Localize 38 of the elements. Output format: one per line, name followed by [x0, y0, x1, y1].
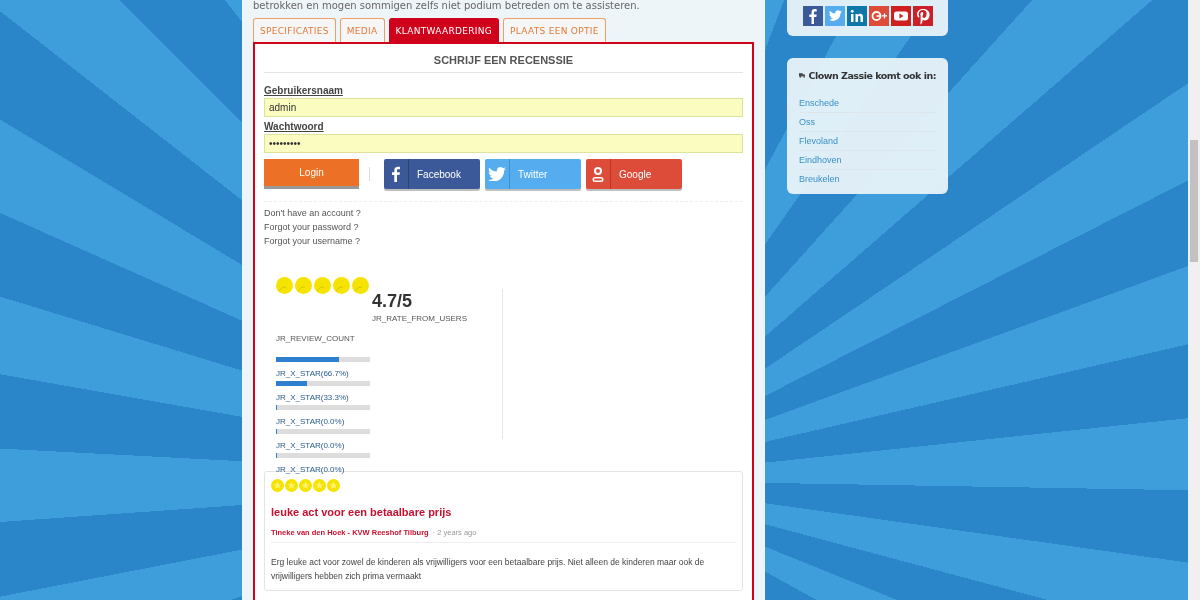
social-login-button[interactable]: Facebook	[384, 159, 480, 189]
review-title: leuke act voor een betaalbare prijs	[271, 506, 453, 518]
review-count: JR_REVIEW_COUNT	[276, 334, 356, 343]
field-label: Wachtwoord	[264, 121, 325, 132]
star-filter-link[interactable]: JR_X_STAR(33.3%)	[276, 392, 349, 404]
scrollbar[interactable]	[1188, 0, 1200, 600]
facebook-icon	[389, 166, 403, 182]
social-icon[interactable]	[912, 6, 933, 26]
intro-text: betrokken en mogen sommigen zelfs niet podium betreden om te assisteren.	[253, 0, 641, 12]
score-caption: JR_RATE_FROM_USERS	[372, 314, 468, 323]
average-score: 4.7/5	[372, 291, 414, 312]
login-button[interactable]: Login	[264, 159, 359, 189]
tab[interactable]: KLANTWAARDERING	[388, 18, 499, 42]
city-link[interactable]: Flevoland	[799, 132, 936, 151]
social-login-button[interactable]: Google	[586, 159, 682, 189]
input-field[interactable]: admin	[264, 98, 743, 117]
field-label: Gebruikersnaam	[264, 85, 344, 96]
form-title: SCHRIJF EEN RECENSSIE	[264, 54, 743, 73]
city-link[interactable]: Breukelen	[799, 170, 936, 188]
city-link[interactable]: Oss	[799, 113, 936, 132]
play-icon[interactable]	[890, 6, 911, 26]
bird-icon	[488, 167, 506, 181]
social-icon[interactable]	[802, 6, 823, 26]
star-filter-link[interactable]: JR_X_STAR(0.0%)	[276, 464, 345, 476]
city-link[interactable]: Enschede	[799, 94, 936, 113]
account-link[interactable]: Forgot your username ?	[264, 236, 361, 247]
input-field[interactable]: •••••••••	[264, 134, 743, 153]
star-filter-link[interactable]: JR_X_STAR(66.7%)	[276, 368, 349, 380]
social-icon[interactable]	[846, 6, 867, 26]
account-link[interactable]: Don't have an account ?	[264, 208, 361, 219]
scrollbar-thumb[interactable]	[1190, 140, 1198, 262]
city-link[interactable]: Eindhoven	[799, 151, 936, 170]
social-icon[interactable]	[868, 6, 889, 26]
star-filter-link[interactable]: JR_X_STAR(0.0%)	[276, 440, 345, 452]
card-title: Clown Zassie komt ook in:	[808, 70, 936, 81]
star-filter-link[interactable]: JR_X_STAR(0.0%)	[276, 416, 345, 428]
review-text: Erg leuke act voor zowel de kinderen als vrijwilligers voor een betaalbare prijs. Niet alleen de kinderen maar ook de vrijwilligers hebben zich prima vermaakt	[271, 556, 706, 583]
account-link[interactable]: Forgot your password ?	[264, 222, 359, 233]
